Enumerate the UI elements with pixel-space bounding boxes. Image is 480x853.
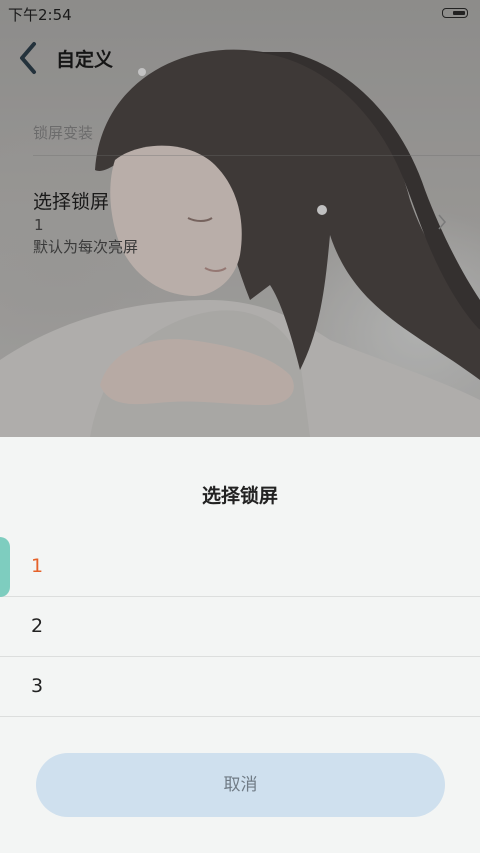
section-header: 锁屏变装 bbox=[33, 124, 94, 142]
chevron-right-icon bbox=[438, 214, 446, 230]
status-bar: 下午2:54 bbox=[0, 0, 480, 28]
screen: 下午2:54 自定义 锁屏变装 选择锁屏 1 默认为每次亮屏 选择锁屏 1 2 … bbox=[0, 0, 480, 853]
page-title: 自定义 bbox=[56, 49, 114, 71]
battery-level bbox=[453, 10, 465, 15]
option-1[interactable]: 1 bbox=[0, 537, 480, 597]
preference-title: 选择锁屏 bbox=[33, 191, 110, 213]
selected-indicator bbox=[0, 537, 10, 597]
cancel-button[interactable]: 取消 bbox=[36, 753, 445, 817]
battery-icon bbox=[442, 8, 468, 18]
option-label: 1 bbox=[31, 555, 44, 577]
chevron-left-icon[interactable] bbox=[16, 40, 40, 76]
option-label: 2 bbox=[31, 615, 44, 637]
option-2[interactable]: 2 bbox=[0, 597, 480, 657]
divider bbox=[33, 155, 480, 156]
preference-summary: 默认为每次亮屏 bbox=[33, 238, 139, 256]
status-time: 下午2:54 bbox=[8, 6, 72, 24]
option-label: 3 bbox=[31, 675, 44, 697]
sheet-title: 选择锁屏 bbox=[201, 485, 278, 507]
select-lockscreen-sheet: 选择锁屏 1 2 3 取消 bbox=[0, 437, 480, 853]
preference-value: 1 bbox=[34, 216, 44, 234]
option-3[interactable]: 3 bbox=[0, 657, 480, 717]
